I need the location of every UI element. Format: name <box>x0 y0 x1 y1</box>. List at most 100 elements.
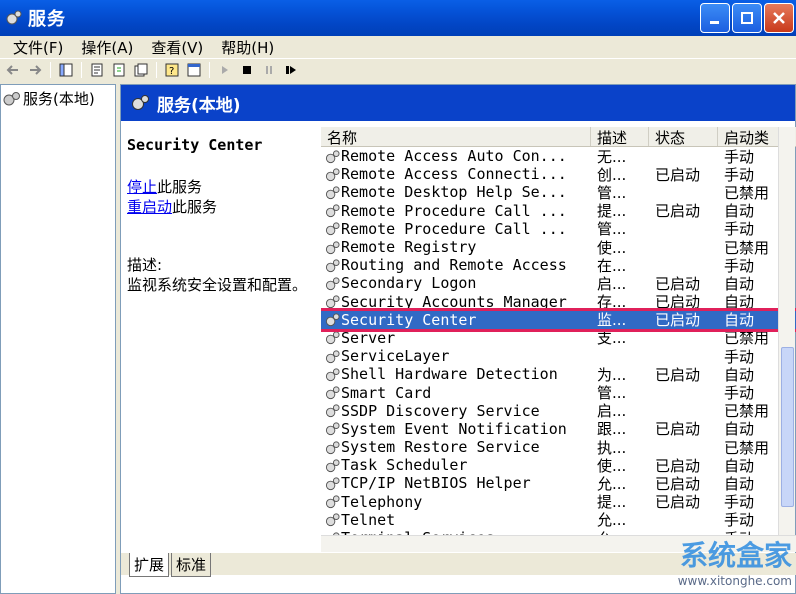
start-service-icon[interactable] <box>216 61 234 79</box>
list-header: 名称 描述 状态 启动类 <box>321 127 796 147</box>
service-name-cell: System Restore Service <box>321 438 591 456</box>
table-row[interactable]: Remote Registry 使... 已禁用 <box>321 238 796 257</box>
pause-service-icon[interactable] <box>260 61 278 79</box>
service-name-cell: Remote Registry <box>321 238 591 256</box>
service-name-cell: Telnet <box>321 511 591 529</box>
service-name-cell: Remote Access Auto Con... <box>321 147 591 165</box>
services-list: 名称 描述 状态 启动类 Remote Access Auto Con... 无.… <box>321 127 796 552</box>
service-detail-panel: Security Center 停止此服务 重启动此服务 描述: 监视系统安全设… <box>127 135 321 295</box>
service-name: ServiceLayer <box>341 347 450 366</box>
menu-view[interactable]: 查看(V) <box>142 37 212 58</box>
table-row[interactable]: Routing and Remote Access 在... 手动 <box>321 256 796 275</box>
service-name: Routing and Remote Access <box>341 256 567 275</box>
service-name: Server <box>341 328 396 347</box>
svg-text:?: ? <box>169 66 174 77</box>
table-row[interactable]: Remote Access Connecti... 创... 已启动 手动 <box>321 165 796 184</box>
service-name-cell: Task Scheduler <box>321 456 591 474</box>
toolbar-separator <box>50 61 51 78</box>
tab-standard[interactable]: 标准 <box>171 553 212 577</box>
service-name: System Event Notification <box>341 419 567 438</box>
toolbar-separator <box>156 61 157 78</box>
forward-icon[interactable] <box>26 61 44 79</box>
gear-icon <box>325 495 340 509</box>
restart-service-suffix: 此服务 <box>172 198 218 216</box>
table-row[interactable]: Smart Card 管... 手动 <box>321 383 796 402</box>
service-name: Telephony <box>341 492 423 511</box>
service-detail-name: Security Center <box>127 136 263 154</box>
gear-icon <box>325 459 340 472</box>
gear-icon <box>325 295 340 309</box>
table-row[interactable]: Security Center 监... 已启动 自动 <box>321 307 796 332</box>
gear-icon <box>325 259 340 272</box>
table-row[interactable]: Task Scheduler 使... 已启动 自动 <box>321 456 796 475</box>
service-name-cell: Telephony <box>321 493 591 511</box>
service-name-cell: Shell Hardware Detection <box>321 365 591 383</box>
window-title: 服务 <box>28 9 66 30</box>
minimize-icon <box>710 21 719 24</box>
show-hide-tree-icon[interactable] <box>57 61 75 79</box>
table-row[interactable]: System Event Notification 跟... 已启动 自动 <box>321 420 796 438</box>
table-row[interactable]: Remote Procedure Call ... 管... 手动 <box>321 220 796 238</box>
column-header-status[interactable]: 状态 <box>649 127 718 146</box>
restart-service-icon[interactable] <box>282 61 300 79</box>
service-status-cell: 已启动 <box>655 311 701 330</box>
service-name: Remote Procedure Call ... <box>341 219 567 238</box>
table-row[interactable]: SSDP Discovery Service 启... 已禁用 <box>321 402 796 420</box>
service-name: Telnet <box>341 510 396 529</box>
table-row[interactable]: Telephony 提... 已启动 手动 <box>321 493 796 511</box>
column-header-name[interactable]: 名称 <box>321 127 591 146</box>
gear-icon <box>325 331 340 345</box>
restart-service-link[interactable]: 重启动 <box>127 198 172 216</box>
service-name: Shell Hardware Detection <box>341 365 558 384</box>
maximize-button[interactable] <box>732 3 762 33</box>
menu-action[interactable]: 操作(A) <box>72 37 142 58</box>
gear-icon <box>325 150 340 163</box>
back-icon[interactable] <box>4 61 22 79</box>
help-icon[interactable]: ? <box>163 61 181 79</box>
table-row[interactable]: System Restore Service 执... 已禁用 <box>321 438 796 457</box>
properties-icon[interactable] <box>88 61 106 79</box>
gear-icon <box>325 422 340 436</box>
gear-icon <box>3 91 20 105</box>
stop-service-link[interactable]: 停止 <box>127 178 157 196</box>
table-row[interactable]: TCP/IP NetBIOS Helper 允... 已启动 自动 <box>321 474 796 493</box>
menu-help[interactable]: 帮助(H) <box>212 37 283 58</box>
tree-item-services-local[interactable]: 服务(本地) <box>1 85 115 112</box>
gear-icon <box>325 477 340 491</box>
service-name-cell: Security Center <box>321 311 591 329</box>
list-body: Remote Access Auto Con... 无... 手动 Remote Ac… <box>321 147 796 548</box>
table-row[interactable]: Telnet 允... 手动 <box>321 511 796 529</box>
column-header-description[interactable]: 描述 <box>591 127 649 146</box>
scrollbar-thumb[interactable] <box>781 347 794 507</box>
service-name: Remote Registry <box>341 238 477 257</box>
table-row[interactable]: Remote Desktop Help Se... 管... 已禁用 <box>321 183 796 202</box>
console-icon[interactable] <box>185 61 203 79</box>
table-row[interactable]: ServiceLayer 手动 <box>321 347 796 366</box>
gear-icon <box>325 313 340 327</box>
service-name: Secondary Logon <box>341 274 477 293</box>
stop-service-icon[interactable] <box>238 61 256 79</box>
table-row[interactable]: Remote Procedure Call ... 提... 已启动 自动 <box>321 202 796 220</box>
table-row[interactable]: Shell Hardware Detection 为... 已启动 自动 <box>321 365 796 384</box>
gear-icon <box>325 350 340 363</box>
service-name-cell: Security Accounts Manager <box>321 293 591 311</box>
menu-bar: 文件(F) 操作(A) 查看(V) 帮助(H) <box>0 36 796 58</box>
table-row[interactable]: Secondary Logon 启... 已启动 自动 <box>321 274 796 293</box>
service-status-cell: 已启动 <box>655 165 701 184</box>
menu-file[interactable]: 文件(F) <box>4 37 72 58</box>
minimize-button[interactable] <box>700 3 730 33</box>
tab-extended[interactable]: 扩展 <box>129 553 170 577</box>
pane-header: 服务(本地) <box>121 85 795 121</box>
table-row[interactable]: Server 支... 已禁用 <box>321 329 796 347</box>
table-row[interactable]: Remote Access Auto Con... 无... 手动 <box>321 147 796 166</box>
service-name: Smart Card <box>341 383 432 402</box>
service-name-cell: System Event Notification <box>321 420 591 438</box>
services-icon <box>4 8 24 28</box>
close-button[interactable] <box>764 3 794 33</box>
table-row[interactable]: Security Accounts Manager 存... 已启动 自动 <box>321 293 796 311</box>
vertical-scrollbar[interactable] <box>778 127 795 552</box>
title-bar[interactable]: 服务 <box>0 0 796 36</box>
refresh-icon[interactable] <box>110 61 128 79</box>
service-name-cell: SSDP Discovery Service <box>321 402 591 420</box>
export-list-icon[interactable] <box>132 61 150 79</box>
